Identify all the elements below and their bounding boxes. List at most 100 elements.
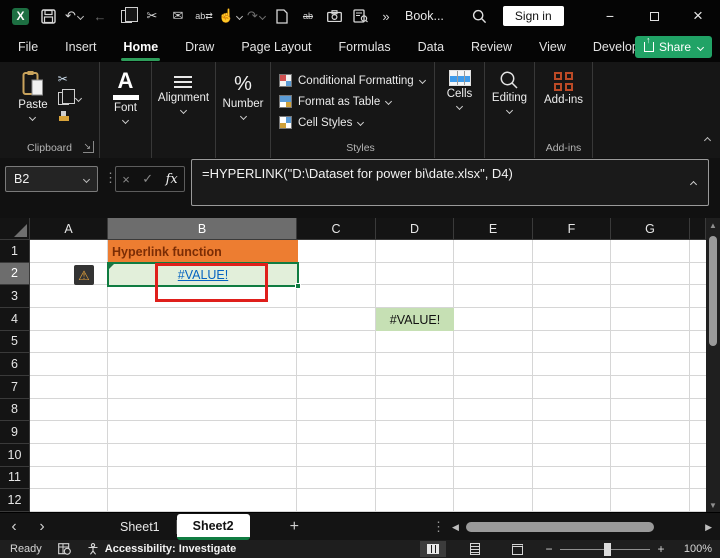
cell-B1[interactable]: Hyperlink function bbox=[108, 240, 298, 263]
macro-record-icon[interactable] bbox=[58, 543, 71, 555]
cut-button[interactable]: ✂ bbox=[58, 72, 68, 86]
sheet-tab-sheet2[interactable]: Sheet2 bbox=[177, 514, 250, 540]
editing-button[interactable]: Editing bbox=[492, 70, 527, 113]
row-header-8[interactable]: 8 bbox=[0, 399, 30, 422]
name-box[interactable]: B2 bbox=[5, 166, 98, 192]
row-header-6[interactable]: 6 bbox=[0, 353, 30, 376]
sign-in-button[interactable]: Sign in bbox=[503, 6, 564, 26]
clipboard-dialog-launcher-icon[interactable]: ↘ bbox=[83, 141, 94, 153]
accessibility-icon[interactable] bbox=[87, 543, 99, 555]
camera-icon[interactable] bbox=[321, 3, 347, 29]
strikethrough-icon[interactable]: ab bbox=[295, 3, 321, 29]
menu-tab-data[interactable]: Data bbox=[416, 35, 446, 59]
scroll-down-icon[interactable]: ▼ bbox=[709, 498, 717, 512]
row-header-10[interactable]: 10 bbox=[0, 444, 30, 467]
vertical-scroll-thumb[interactable] bbox=[709, 236, 717, 346]
column-header-E[interactable]: E bbox=[454, 218, 533, 240]
column-header-C[interactable]: C bbox=[297, 218, 376, 240]
more-commands-icon[interactable]: » bbox=[373, 3, 399, 29]
cell-styles-button[interactable]: Cell Styles bbox=[279, 112, 363, 133]
cell-D4[interactable]: #VALUE! bbox=[376, 308, 454, 331]
row-header-7[interactable]: 7 bbox=[0, 376, 30, 399]
collapse-ribbon-icon[interactable] bbox=[703, 132, 710, 150]
find-replace-icon[interactable]: ab⇄ bbox=[191, 3, 217, 29]
menu-tab-page-layout[interactable]: Page Layout bbox=[239, 35, 313, 59]
column-header-D[interactable]: D bbox=[376, 218, 454, 240]
menu-tab-formulas[interactable]: Formulas bbox=[337, 35, 393, 59]
zoom-out-icon[interactable]: − bbox=[540, 542, 558, 556]
horizontal-scroll-thumb[interactable] bbox=[466, 522, 654, 532]
search-icon[interactable] bbox=[472, 9, 487, 24]
alignment-button[interactable]: Alignment bbox=[158, 70, 209, 113]
zoom-slider-thumb[interactable] bbox=[604, 543, 611, 556]
page-layout-view-icon[interactable] bbox=[462, 541, 488, 557]
new-document-icon[interactable] bbox=[269, 3, 295, 29]
lookup-book-icon[interactable] bbox=[347, 3, 373, 29]
row-header-12[interactable]: 12 bbox=[0, 489, 30, 512]
share-button[interactable]: Share bbox=[635, 36, 712, 58]
row-header-11[interactable]: 11 bbox=[0, 467, 30, 490]
touch-mode-icon[interactable]: ☝ bbox=[217, 3, 243, 29]
menu-tab-home[interactable]: Home bbox=[121, 35, 160, 59]
scroll-up-icon[interactable]: ▲ bbox=[709, 218, 717, 232]
row-header-5[interactable]: 5 bbox=[0, 331, 30, 354]
font-button[interactable]: A Font bbox=[113, 70, 139, 123]
next-sheet-icon[interactable]: › bbox=[28, 518, 56, 536]
error-warning-icon[interactable]: ⚠ bbox=[74, 265, 94, 285]
number-button[interactable]: % Number bbox=[223, 70, 264, 119]
undo-icon[interactable]: ↶ bbox=[61, 3, 87, 29]
enter-icon[interactable]: ✓ bbox=[142, 171, 153, 187]
cancel-icon[interactable]: × bbox=[122, 172, 130, 187]
save-icon[interactable] bbox=[35, 3, 61, 29]
row-header-3[interactable]: 3 bbox=[0, 285, 30, 308]
prev-sheet-icon[interactable]: ‹ bbox=[0, 518, 28, 536]
maximize-button[interactable] bbox=[632, 0, 676, 32]
cut-icon[interactable]: ✂ bbox=[139, 3, 165, 29]
normal-view-icon[interactable] bbox=[420, 541, 446, 557]
row-header-9[interactable]: 9 bbox=[0, 421, 30, 444]
expand-formula-bar-icon[interactable] bbox=[689, 176, 696, 191]
select-all-corner[interactable] bbox=[0, 218, 30, 240]
vertical-scrollbar[interactable]: ▲ ▼ bbox=[706, 218, 720, 512]
format-painter-button[interactable] bbox=[58, 111, 70, 123]
accessibility-status[interactable]: Accessibility: Investigate bbox=[105, 543, 236, 555]
formula-input[interactable]: =HYPERLINK("D:\Dataset for power bi\date… bbox=[191, 159, 709, 206]
column-header-A[interactable]: A bbox=[30, 218, 108, 240]
menu-tab-view[interactable]: View bbox=[537, 35, 568, 59]
scroll-left-icon[interactable]: ◀ bbox=[452, 522, 466, 533]
row-header-1[interactable]: 1 bbox=[0, 240, 30, 263]
email-icon[interactable]: ✉ bbox=[165, 3, 191, 29]
page-break-view-icon[interactable] bbox=[504, 541, 530, 557]
excel-logo-icon[interactable]: X bbox=[12, 8, 29, 25]
sheet-options-icon[interactable]: ⋮ bbox=[432, 519, 445, 535]
paste-button[interactable]: Paste bbox=[18, 70, 47, 123]
minimize-button[interactable]: − bbox=[588, 0, 632, 32]
zoom-in-icon[interactable]: + bbox=[652, 542, 670, 556]
addins-button[interactable]: Add-ins bbox=[544, 70, 583, 106]
cells-area[interactable]: Hyperlink function #VALUE! ⚠ #VALUE! bbox=[30, 240, 706, 512]
scroll-right-icon[interactable]: ▶ bbox=[698, 522, 712, 533]
format-as-table-button[interactable]: Format as Table bbox=[279, 91, 391, 112]
column-header-G[interactable]: G bbox=[611, 218, 690, 240]
copy-icon[interactable] bbox=[113, 3, 139, 29]
insert-function-icon[interactable]: fx bbox=[166, 172, 178, 187]
menu-tab-draw[interactable]: Draw bbox=[183, 35, 216, 59]
horizontal-scrollbar[interactable]: ◀ ▶ bbox=[452, 519, 712, 535]
row-header-2[interactable]: 2 bbox=[0, 263, 30, 286]
menu-tab-insert[interactable]: Insert bbox=[63, 35, 98, 59]
column-header-B[interactable]: B bbox=[108, 218, 297, 240]
new-sheet-icon[interactable]: + bbox=[290, 518, 299, 536]
column-header-F[interactable]: F bbox=[533, 218, 611, 240]
close-button[interactable]: × bbox=[676, 0, 720, 32]
zoom-slider[interactable] bbox=[560, 549, 650, 550]
sheet-tab-sheet1[interactable]: Sheet1 bbox=[104, 513, 176, 541]
zoom-level[interactable]: 100% bbox=[674, 543, 712, 555]
copy-button[interactable] bbox=[58, 92, 81, 105]
menu-tab-file[interactable]: File bbox=[16, 35, 40, 59]
cells-button[interactable]: Cells bbox=[447, 70, 473, 109]
gridline bbox=[30, 488, 706, 489]
row-header-4[interactable]: 4 bbox=[0, 308, 30, 331]
gridline bbox=[689, 240, 690, 512]
menu-tab-review[interactable]: Review bbox=[469, 35, 514, 59]
conditional-formatting-button[interactable]: Conditional Formatting bbox=[279, 70, 425, 91]
